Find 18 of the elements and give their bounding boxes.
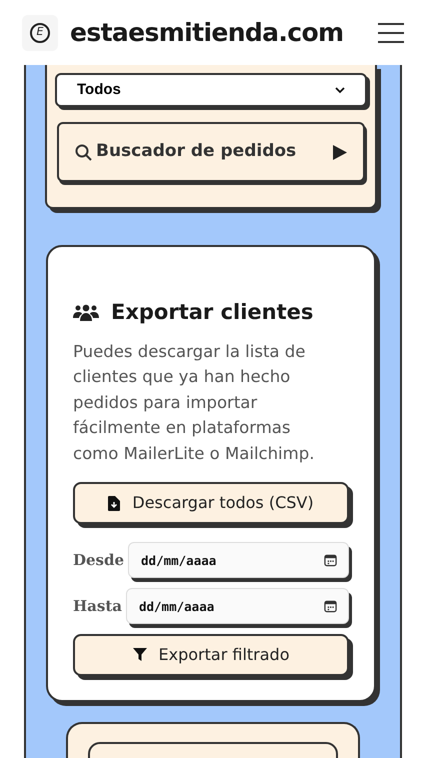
date-field[interactable]: dd/mm/aaaa (126, 588, 349, 624)
users-icon (73, 304, 99, 322)
date-field[interactable]: dd/mm/aaaa (128, 542, 349, 578)
menu-icon[interactable] (378, 22, 404, 42)
description-text: Puedes descargar la lista de clientes que ya han hecho pedidos para importar fácilmente en plataformas como MailerLite o Mailchimp. (73, 340, 316, 464)
filter-icon (132, 648, 147, 662)
search-orders-button[interactable]: Buscador de pedidos (57, 122, 365, 182)
calendar-icon[interactable] (324, 600, 337, 612)
status-select[interactable]: Todos (55, 73, 367, 107)
logo-icon[interactable]: E (22, 14, 58, 50)
calendar-icon[interactable] (324, 554, 337, 566)
section-title: Exportar clientes (111, 299, 314, 326)
search-icon (75, 144, 92, 160)
date-label: Hasta (73, 596, 122, 617)
site-name[interactable]: estaesmitienda.com (70, 14, 344, 52)
chevron-down-icon (335, 86, 345, 94)
date-label: Desde (73, 550, 124, 571)
file-download-icon (108, 496, 120, 510)
